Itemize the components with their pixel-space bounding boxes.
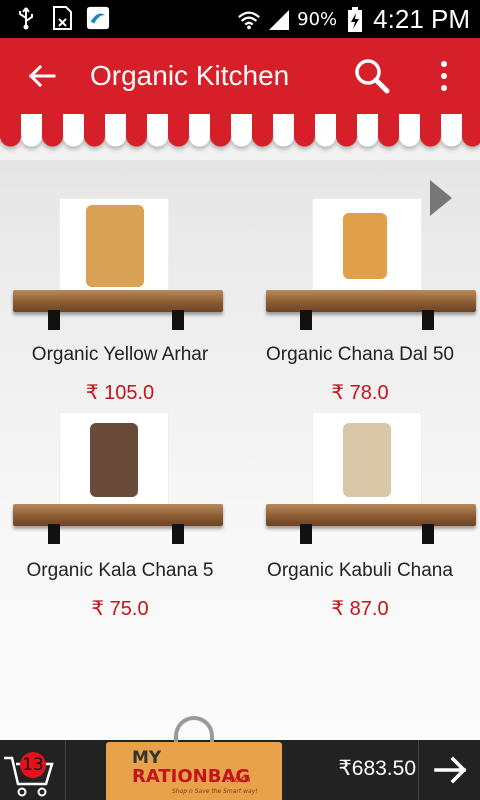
product-pack: [343, 423, 391, 497]
product-pack: [90, 423, 138, 497]
product-price: ₹ 87.0: [331, 598, 389, 620]
brand-logo-my: MY: [132, 748, 162, 768]
product-price: ₹ 105.0: [85, 382, 155, 404]
app-bar: Organic Kitchen: [0, 38, 480, 114]
product-price: ₹ 75.0: [91, 598, 149, 620]
back-button[interactable]: [24, 58, 60, 94]
product-name: Organic Yellow Arhar: [31, 344, 209, 365]
cart-count-badge: 13: [20, 752, 46, 778]
signal-icon: [267, 8, 291, 32]
chevron-right-icon: [430, 180, 452, 216]
search-icon: [355, 59, 390, 94]
status-bar: 90% 4:21 PM: [0, 0, 480, 38]
shelf: [13, 504, 223, 526]
sim-icon: [50, 6, 74, 30]
product-name: Organic Kala Chana 5: [26, 560, 214, 581]
usb-icon: [14, 6, 38, 30]
brand-tagline: Shop n Save the Smart way!: [172, 788, 258, 795]
product-image: [312, 198, 422, 292]
product-pack: [343, 213, 387, 279]
app-notification-icon: [86, 6, 110, 30]
cart-button[interactable]: 13: [0, 740, 66, 800]
brand-logo-domain: .com: [226, 774, 251, 785]
product-grid: Organic Yellow Arhar ₹ 105.0 Organic Cha…: [0, 160, 480, 740]
product-price: ₹ 78.0: [331, 382, 389, 404]
arrow-left-icon: [28, 64, 56, 88]
clock: 4:21 PM: [373, 4, 470, 34]
shelf: [13, 290, 223, 312]
search-button[interactable]: [352, 56, 392, 96]
product-image: [312, 412, 422, 506]
shelf: [266, 504, 476, 526]
more-options-button[interactable]: [432, 56, 456, 96]
battery-percent: 90%: [297, 9, 338, 30]
wifi-icon: [237, 8, 261, 32]
page-title: Organic Kitchen: [90, 60, 290, 91]
awning-decoration: [0, 114, 480, 160]
more-vertical-icon: [441, 61, 447, 91]
bottom-bar: 13 MY RATIONBAG .com Shop n Save the Sma…: [0, 716, 480, 800]
product-image: [59, 198, 169, 292]
product-name: Organic Chana Dal 50: [266, 344, 454, 365]
product-name: Organic Kabuli Chana: [267, 560, 453, 581]
shelf: [266, 290, 476, 312]
checkout-button[interactable]: [418, 740, 480, 800]
cart-total: ₹683.50: [338, 757, 416, 780]
next-page-button[interactable]: [428, 178, 454, 218]
arrow-right-icon: [434, 756, 467, 784]
product-image: [59, 412, 169, 506]
brand-logo: MY RATIONBAG .com Shop n Save the Smart …: [106, 716, 282, 800]
battery-charging-icon: [343, 6, 367, 32]
product-pack: [86, 205, 144, 287]
